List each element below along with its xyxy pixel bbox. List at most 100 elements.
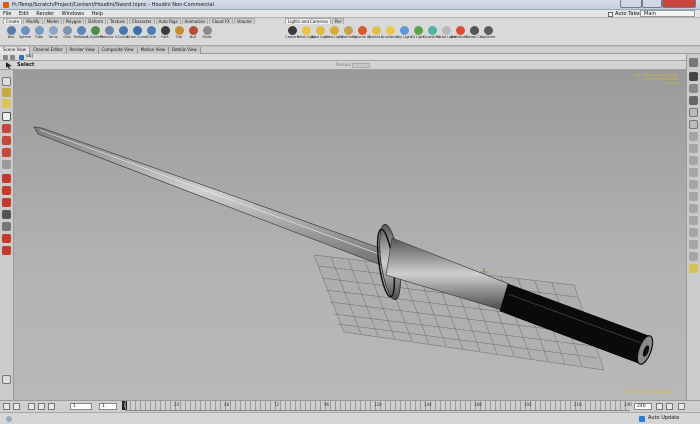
shelf-tool-font[interactable]: Font — [158, 25, 172, 45]
auto-takes-toggle[interactable]: Auto Takes — [608, 11, 642, 17]
shelf-tab-model[interactable]: Model — [43, 18, 62, 24]
shelf-tab-par[interactable]: Par — [331, 18, 345, 24]
shelf-tool-environm[interactable]: Environm. — [381, 25, 399, 45]
key-icon[interactable] — [656, 403, 663, 410]
lock-camera-icon[interactable] — [2, 222, 11, 231]
desktop-selector[interactable]: Main — [640, 10, 695, 17]
tab-scene-view[interactable]: Scene View — [0, 47, 30, 54]
display-bg-icon[interactable] — [689, 204, 698, 213]
display-uv-icon[interactable] — [689, 168, 698, 177]
ghost-icon[interactable] — [689, 120, 698, 129]
wireframe-icon[interactable] — [689, 108, 698, 117]
pane-menu-icon[interactable] — [689, 58, 698, 67]
close-button[interactable] — [662, 0, 696, 8]
tab-channel-editor[interactable]: Channel Editor — [29, 47, 67, 54]
pose-tool-icon[interactable] — [2, 160, 11, 169]
shelf-tab-cloud-fx[interactable]: Cloud FX — [209, 18, 233, 24]
snap-prim-icon[interactable] — [2, 186, 11, 195]
maximize-button[interactable] — [642, 0, 662, 8]
minimize-button[interactable] — [620, 0, 642, 8]
shelf-tab-deform[interactable]: Deform — [85, 18, 107, 24]
end-frame-field[interactable]: 1 — [99, 403, 117, 410]
shelf-tab-modify[interactable]: Modify — [23, 18, 43, 24]
forward-arrow-icon[interactable] — [10, 55, 15, 60]
display-hulls-icon[interactable] — [689, 156, 698, 165]
shelf-tool-sphere[interactable]: Sphere — [18, 25, 32, 45]
shelf-tab-create[interactable]: Create — [3, 18, 23, 24]
play-forward-icon[interactable] — [48, 403, 55, 410]
display-guide-icon[interactable] — [689, 264, 698, 273]
display-cameras-icon[interactable] — [689, 228, 698, 237]
shading-mode-icon[interactable] — [689, 96, 698, 105]
view-tool-icon[interactable] — [2, 77, 11, 86]
auto-update-label[interactable]: Auto Update — [648, 415, 679, 422]
shelf-tool-draw-curve[interactable]: Draw Curve — [127, 25, 147, 45]
snap-point-icon[interactable] — [2, 198, 11, 207]
shelf-tab-character[interactable]: Character — [128, 18, 155, 24]
shelf-tab-texture[interactable]: Texture — [107, 18, 128, 24]
playbar-options-icon[interactable] — [678, 403, 685, 410]
play-reverse-icon[interactable] — [13, 403, 20, 410]
shelf-tool-file[interactable]: File — [172, 25, 186, 45]
tab-render-view[interactable]: Render View — [66, 47, 99, 54]
shelf-tab-animation[interactable]: Animation — [181, 18, 209, 24]
shelf-tab-lights-and-cameras[interactable]: Lights and Cameras — [285, 18, 331, 24]
translate-tool-icon[interactable] — [2, 124, 11, 133]
tab-details-view[interactable]: Details View — [168, 47, 201, 54]
stop-icon[interactable] — [28, 403, 35, 410]
snap-multi-icon[interactable] — [2, 210, 11, 219]
shelf-tool-null[interactable]: Null — [186, 25, 200, 45]
handle-tool-icon[interactable] — [2, 99, 11, 108]
range-end-field[interactable]: 240 — [634, 403, 652, 410]
radius-field[interactable] — [352, 63, 370, 68]
snap-grid-icon[interactable] — [2, 174, 11, 183]
rotate-tool-icon[interactable] — [2, 136, 11, 145]
shelf-tool-circle[interactable]: Circle — [144, 25, 158, 45]
shelf-tool-platonic-s[interactable]: Platonic S. — [100, 25, 118, 45]
display-bones-icon[interactable] — [689, 240, 698, 249]
display-grid-icon[interactable] — [689, 192, 698, 201]
display-names-icon[interactable] — [689, 252, 698, 261]
display-normals-icon[interactable] — [689, 144, 698, 153]
timeline-menu-icon[interactable] — [3, 403, 10, 410]
menu-help[interactable]: Help — [89, 10, 106, 18]
sword-blade[interactable] — [33, 126, 398, 271]
display-lights-icon[interactable] — [689, 216, 698, 225]
shelf-tool-metaball[interactable]: Metaball — [74, 25, 89, 45]
menu-edit[interactable]: Edit — [16, 10, 32, 18]
shelf-tool-torus[interactable]: Torus — [46, 25, 60, 45]
scene-viewport[interactable]: Non-Commercial Edition Use of this softw… — [14, 70, 686, 400]
display-points-icon[interactable] — [689, 132, 698, 141]
menu-render[interactable]: Render — [33, 10, 57, 18]
realtime-icon[interactable] — [666, 403, 673, 410]
shelf-tab-polygon[interactable]: Polygon — [62, 18, 85, 24]
shelf-tool-switcher[interactable]: Switcher — [480, 25, 496, 45]
jump-start-icon[interactable] — [38, 403, 45, 410]
display-prim-icon[interactable] — [689, 180, 698, 189]
shelf-tool-sky-light[interactable]: Sky Light — [396, 25, 412, 45]
tab-composite-view[interactable]: Composite View — [98, 47, 138, 54]
camera-tool-icon[interactable] — [2, 88, 11, 97]
shelf-tool-box[interactable]: Box — [4, 25, 18, 45]
scale-tool-icon[interactable] — [2, 148, 11, 157]
back-arrow-icon[interactable] — [3, 55, 8, 60]
shelf-tab-volume[interactable]: Volume — [233, 18, 255, 24]
start-frame-field[interactable]: 1 — [70, 403, 92, 410]
path-label[interactable]: obj — [26, 54, 33, 60]
auto-takes-checkbox[interactable] — [608, 11, 613, 17]
viewport-canvas[interactable] — [14, 70, 686, 400]
shelf-tool-tube[interactable]: Tube — [32, 25, 46, 45]
tab-motion-view[interactable]: Motion View — [137, 47, 169, 54]
auto-update-icon[interactable] — [639, 416, 645, 422]
camera-menu-icon[interactable] — [689, 84, 698, 93]
select-tool-icon[interactable] — [2, 112, 11, 121]
shelf-tool-grid[interactable]: Grid — [60, 25, 74, 45]
menu-file[interactable]: File — [0, 10, 14, 18]
shelf-tool-rivet[interactable]: Rivet — [200, 25, 214, 45]
pin-icon[interactable] — [2, 234, 11, 243]
shelf-tool-stereo-ca[interactable]: Stereo Ca. — [465, 25, 483, 45]
shelf-tab-auto-rigs[interactable]: Auto Rigs — [155, 18, 181, 24]
menu-windows[interactable]: Windows — [59, 10, 87, 18]
weight-icon[interactable] — [2, 246, 11, 255]
display-options-icon[interactable] — [689, 72, 698, 81]
